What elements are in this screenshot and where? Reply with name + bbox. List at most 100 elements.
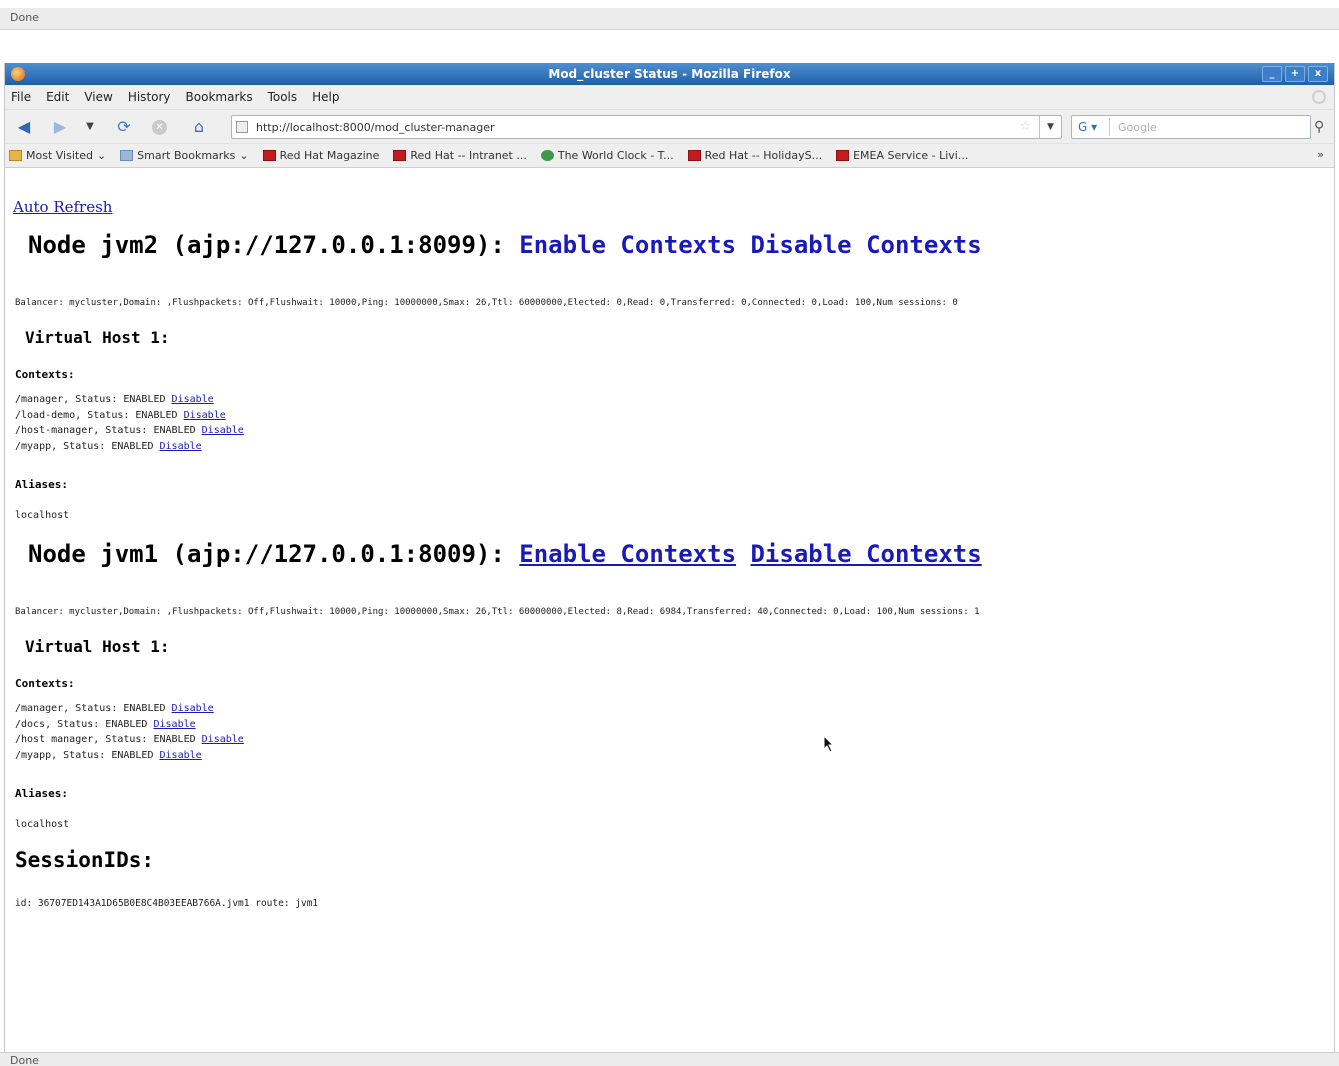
folder-star-icon [9,150,22,161]
node-jvm1-heading: Node jvm1 (ajp://127.0.0.1:8009): Enable… [28,540,982,568]
context-row: /manager, Status: ENABLED Disable [15,392,244,408]
context-text: /manager, Status: ENABLED [15,703,166,714]
clock-icon [540,150,554,161]
menu-tools[interactable]: Tools [268,90,298,104]
bottom-status-bar: Done [0,1052,1339,1066]
auto-refresh-link[interactable]: Auto Refresh [13,198,112,216]
contexts-list: /manager, Status: ENABLED Disable /load-… [15,392,244,454]
alias-text: localhost [15,819,70,830]
enable-contexts-link[interactable]: Enable Contexts [519,231,736,259]
home-icon[interactable]: ⌂ [188,118,210,136]
history-dropdown-icon[interactable]: ▼ [83,118,97,136]
node-title: Node jvm2 (ajp://127.0.0.1:8099): [28,231,505,259]
bookmark-label: Red Hat -- HolidayS... [704,149,823,162]
page-content: Auto Refresh Node jvm2 (ajp://127.0.0.1:… [5,193,1334,1043]
context-row: /manager, Status: ENABLED Disable [15,701,244,717]
menu-file[interactable]: File [11,90,31,104]
context-text: /manager, Status: ENABLED [15,394,166,405]
disable-context-link[interactable]: Disable [184,410,226,421]
disable-context-link[interactable]: Disable [202,734,244,745]
context-text: /host manager, Status: ENABLED [15,734,196,745]
url-input[interactable] [254,120,1014,135]
window-title: Mod_cluster Status - Mozilla Firefox [548,67,791,81]
redhat-icon [262,150,276,161]
menu-bar: File Edit View History Bookmarks Tools H… [5,85,1334,109]
aliases-heading: Aliases: [15,787,68,800]
bookmark-label: Red Hat Magazine [279,149,380,162]
reload-icon[interactable]: ⟳ [113,118,135,136]
aliases-heading: Aliases: [15,478,68,491]
context-text: /myapp, Status: ENABLED [15,440,154,452]
top-status-bar: Done [0,8,1339,30]
menu-view[interactable]: View [84,90,112,104]
disable-context-link[interactable]: Disable [202,425,244,436]
url-dropdown-icon[interactable]: ▼ [1039,116,1061,138]
virtual-host-heading: Virtual Host 1: [25,328,170,347]
search-engine-icon[interactable]: G ▾ [1074,118,1110,136]
menu-history[interactable]: History [128,90,171,104]
context-row: /host manager, Status: ENABLED Disable [15,732,244,748]
context-text: /docs, Status: ENABLED [15,718,148,730]
search-magnifier-icon[interactable]: ⚲ [1314,119,1324,135]
disable-context-link[interactable]: Disable [172,394,214,405]
bookmark-red-hat-intranet[interactable]: Red Hat -- Intranet ... [393,149,527,162]
bookmark-red-hat-holidays[interactable]: Red Hat -- HolidayS... [687,149,823,162]
contexts-heading: Contexts: [15,368,75,381]
contexts-list: /manager, Status: ENABLED Disable /docs,… [15,701,244,763]
minimize-button[interactable]: _ [1262,66,1282,82]
menu-edit[interactable]: Edit [46,90,69,104]
enable-contexts-link[interactable]: Enable Contexts [519,540,736,568]
bookmark-label: The World Clock - T... [557,149,674,162]
bookmark-most-visited[interactable]: Most Visited ⌄ [9,149,106,162]
node-title: Node jvm1 (ajp://127.0.0.1:8009): [28,540,505,568]
browser-window: Mod_cluster Status - Mozilla Firefox _ +… [4,63,1335,1066]
disable-context-link[interactable]: Disable [153,719,195,730]
disable-context-link[interactable]: Disable [160,750,202,761]
forward-arrow-icon[interactable]: ▶ [49,118,71,136]
navigation-toolbar: ◀ ▶ ▼ ⟳ ✕ ⌂ ☆ ▼ G ▾ ⚲ [5,109,1334,143]
bookmark-label: Smart Bookmarks [137,149,236,162]
bookmark-emea-service[interactable]: EMEA Service - Livi... [836,149,968,162]
contexts-heading: Contexts: [15,677,75,690]
disable-context-link[interactable]: Disable [160,441,202,452]
back-arrow-icon[interactable]: ◀ [13,118,35,136]
context-row: /host-manager, Status: ENABLED Disable [15,423,244,439]
page-icon [236,121,248,133]
window-controls: _ + x [1262,66,1328,82]
context-row: /docs, Status: ENABLED Disable [15,717,244,733]
bookmarks-toolbar: Most Visited ⌄ Smart Bookmarks ⌄ Red Hat… [5,143,1334,168]
search-input[interactable] [1116,120,1266,135]
search-box[interactable]: G ▾ [1071,115,1311,139]
firefox-icon [11,67,25,81]
session-ids-heading: SessionIDs: [15,848,155,872]
context-text: /myapp, Status: ENABLED [15,749,154,761]
context-row: /myapp, Status: ENABLED Disable [15,439,244,455]
bookmark-smart-bookmarks[interactable]: Smart Bookmarks ⌄ [120,149,249,162]
menu-bookmarks[interactable]: Bookmarks [186,90,253,104]
chevron-down-icon: ⌄ [96,149,107,162]
stop-icon[interactable]: ✕ [152,120,167,135]
mouse-cursor-icon [823,735,835,753]
bookmarks-overflow-icon[interactable]: » [1317,148,1324,161]
close-button[interactable]: x [1308,66,1328,82]
context-row: /myapp, Status: ENABLED Disable [15,748,244,764]
redhat-icon [687,150,701,161]
bookmark-red-hat-magazine[interactable]: Red Hat Magazine [262,149,380,162]
bookmark-star-icon[interactable]: ☆ [1019,119,1031,134]
node-info-line: Balancer: mycluster,Domain: ,Flushpacket… [15,298,958,308]
menu-help[interactable]: Help [312,90,339,104]
bottom-status-text: Done [10,1054,39,1066]
disable-contexts-link[interactable]: Disable Contexts [750,540,981,568]
chevron-down-icon: ⌄ [239,149,249,162]
disable-contexts-link[interactable]: Disable Contexts [750,231,981,259]
context-text: /load-demo, Status: ENABLED [15,409,178,421]
bookmark-world-clock[interactable]: The World Clock - T... [540,149,674,162]
disable-context-link[interactable]: Disable [172,703,214,714]
url-bar[interactable]: ☆ ▼ [231,115,1062,139]
context-row: /load-demo, Status: ENABLED Disable [15,408,244,424]
redhat-icon [836,150,850,161]
alias-text: localhost [15,510,70,521]
throbber-icon [1312,90,1326,104]
maximize-button[interactable]: + [1285,66,1305,82]
virtual-host-heading: Virtual Host 1: [25,637,170,656]
